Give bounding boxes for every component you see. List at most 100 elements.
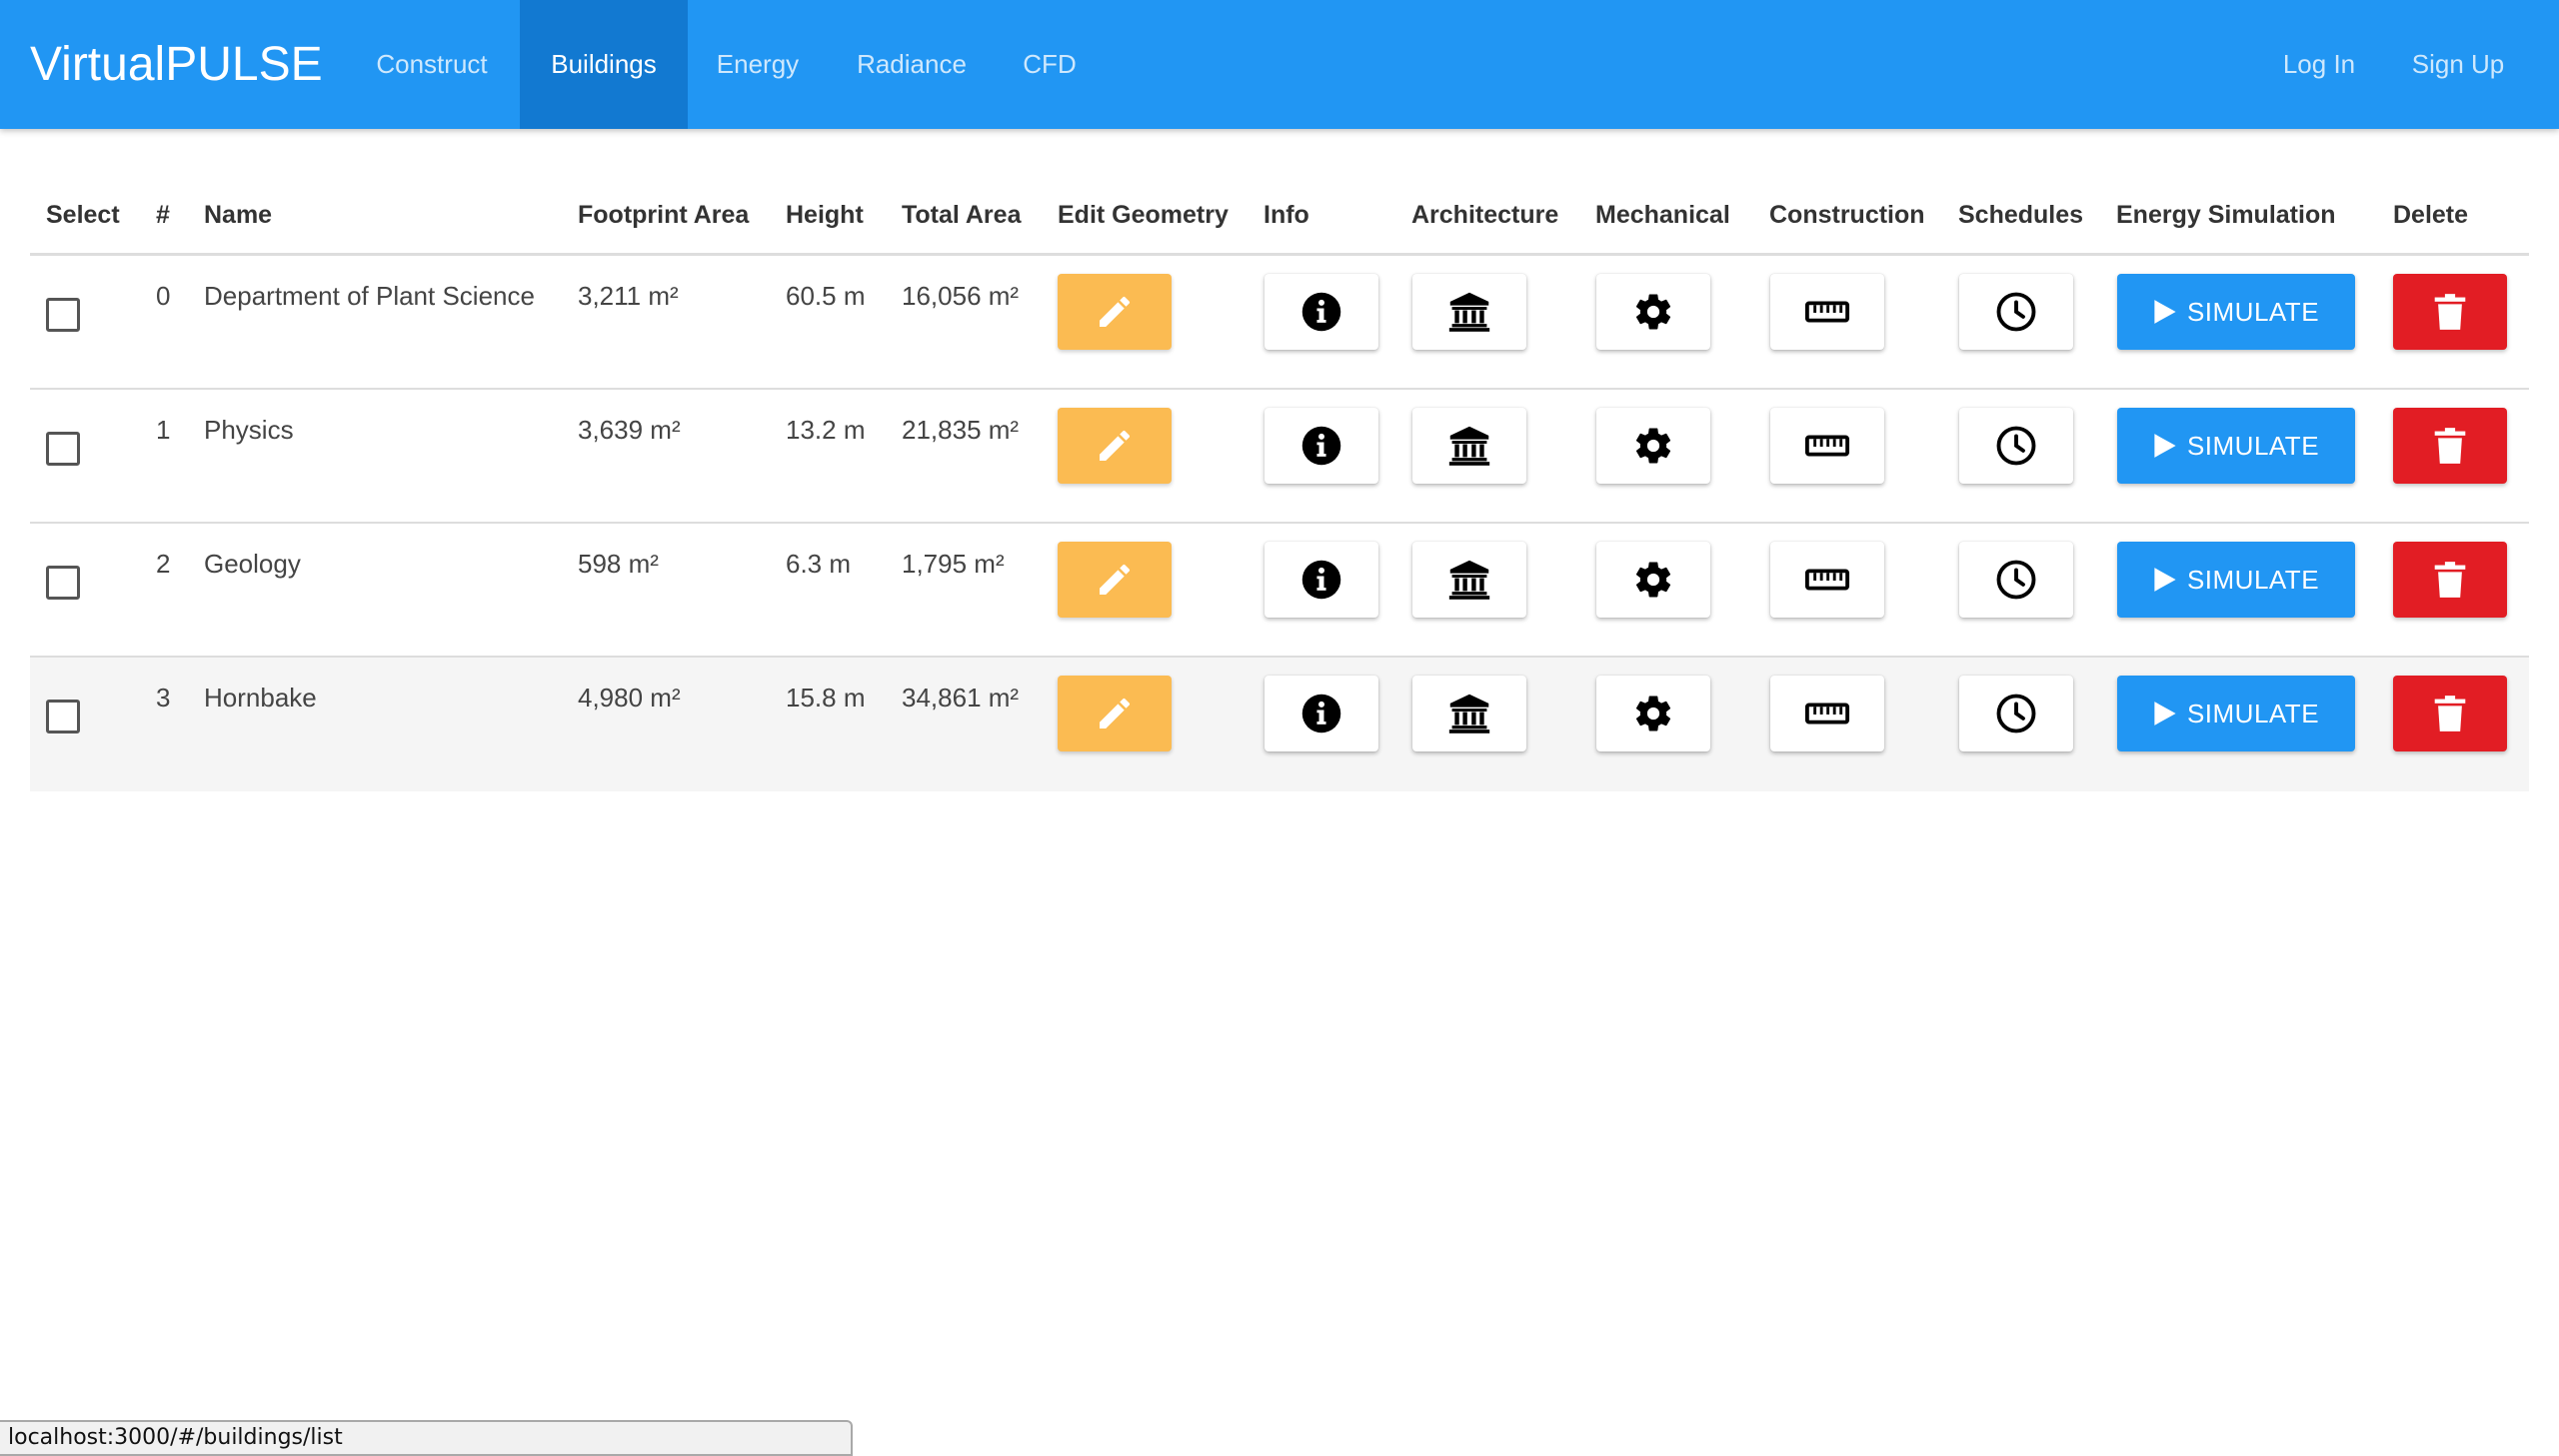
signup-link[interactable]: Sign Up (2393, 0, 2523, 129)
play-icon (2154, 300, 2176, 324)
pencil-icon (1100, 296, 1131, 327)
footprint-area: 4,980 m² (578, 683, 681, 713)
trash-icon (2434, 294, 2466, 330)
total-area: 16,056 m² (902, 281, 1020, 311)
delete-button[interactable] (2393, 274, 2507, 350)
row-index: 0 (156, 281, 171, 311)
row-index: 2 (156, 549, 171, 579)
info-circle-icon (1301, 292, 1341, 332)
nav-buildings[interactable]: Buildings (520, 0, 688, 129)
schedules-button[interactable] (1959, 408, 2073, 484)
architecture-button[interactable] (1412, 542, 1526, 618)
mechanical-button[interactable] (1596, 542, 1710, 618)
table-row: 1 Physics 3,639 m² 13.2 m 21,835 m² SIMU… (30, 390, 2529, 524)
login-link[interactable]: Log In (2261, 0, 2377, 129)
simulate-label: SIMULATE (2186, 698, 2320, 728)
simulate-button[interactable]: SIMULATE (2117, 542, 2355, 618)
institution-icon (1448, 292, 1490, 332)
construction-button[interactable] (1770, 676, 1884, 751)
play-icon (2154, 434, 2176, 458)
edit-geometry-button[interactable] (1058, 274, 1172, 350)
simulate-label: SIMULATE (2186, 296, 2320, 327)
institution-icon (1448, 560, 1490, 600)
pencil-icon (1100, 430, 1131, 461)
clock-icon (1996, 694, 2036, 733)
row-select-checkbox[interactable] (46, 566, 80, 600)
info-button[interactable] (1265, 274, 1378, 350)
total-area: 34,861 m² (902, 683, 1020, 713)
brand-logo[interactable]: VirtualPULSE (30, 0, 323, 129)
nav-construct[interactable]: Construct (357, 0, 507, 129)
ruler-icon (1804, 569, 1850, 591)
building-height: 15.8 m (786, 683, 866, 713)
building-name: Physics (204, 415, 294, 445)
delete-button[interactable] (2393, 676, 2507, 751)
construction-button[interactable] (1770, 408, 1884, 484)
edit-geometry-button[interactable] (1058, 408, 1172, 484)
info-button[interactable] (1265, 542, 1378, 618)
nav-cfd[interactable]: CFD (1010, 0, 1090, 129)
row-select-checkbox[interactable] (46, 700, 80, 733)
play-icon (2154, 702, 2176, 726)
simulate-button[interactable]: SIMULATE (2117, 408, 2355, 484)
header-footprint-area: Footprint Area (578, 201, 750, 229)
edit-geometry-button[interactable] (1058, 542, 1172, 618)
architecture-button[interactable] (1412, 408, 1526, 484)
clock-icon (1996, 292, 2036, 332)
total-area: 21,835 m² (902, 415, 1020, 445)
info-button[interactable] (1265, 408, 1378, 484)
mechanical-button[interactable] (1596, 676, 1710, 751)
nav-radiance[interactable]: Radiance (842, 0, 982, 129)
building-name: Hornbake (204, 683, 317, 713)
header-delete: Delete (2393, 201, 2469, 229)
info-button[interactable] (1265, 676, 1378, 751)
status-bar-url: localhost:3000/#/buildings/list (0, 1420, 853, 1456)
building-height: 6.3 m (786, 549, 852, 579)
play-icon (2154, 568, 2176, 592)
header-info: Info (1264, 201, 1309, 229)
simulate-button[interactable]: SIMULATE (2117, 274, 2355, 350)
row-index: 3 (156, 683, 171, 713)
header-edit-geometry: Edit Geometry (1058, 201, 1229, 229)
architecture-button[interactable] (1412, 676, 1526, 751)
header-construction: Construction (1769, 201, 1925, 229)
schedules-button[interactable] (1959, 274, 2073, 350)
row-select-checkbox[interactable] (46, 432, 80, 466)
simulate-button[interactable]: SIMULATE (2117, 676, 2355, 751)
header-schedules: Schedules (1958, 201, 2084, 229)
footprint-area: 3,639 m² (578, 415, 681, 445)
simulate-label: SIMULATE (2186, 430, 2320, 461)
info-circle-icon (1301, 694, 1341, 733)
gear-icon (1635, 696, 1671, 731)
trash-icon (2434, 562, 2466, 598)
gear-icon (1635, 294, 1671, 330)
header-select: Select (46, 201, 120, 229)
simulate-label: SIMULATE (2186, 564, 2320, 595)
delete-button[interactable] (2393, 408, 2507, 484)
header-index: # (156, 201, 170, 229)
schedules-button[interactable] (1959, 676, 2073, 751)
table-row: 2 Geology 598 m² 6.3 m 1,795 m² SIMULATE (30, 524, 2529, 658)
construction-button[interactable] (1770, 542, 1884, 618)
row-select-checkbox[interactable] (46, 298, 80, 332)
building-height: 13.2 m (786, 415, 866, 445)
info-circle-icon (1301, 560, 1341, 600)
trash-icon (2434, 696, 2466, 731)
total-area: 1,795 m² (902, 549, 1005, 579)
mechanical-button[interactable] (1596, 408, 1710, 484)
edit-geometry-button[interactable] (1058, 676, 1172, 751)
delete-button[interactable] (2393, 542, 2507, 618)
ruler-icon (1804, 301, 1850, 323)
construction-button[interactable] (1770, 274, 1884, 350)
table-row: 0 Department of Plant Science 3,211 m² 6… (30, 256, 2529, 390)
mechanical-button[interactable] (1596, 274, 1710, 350)
architecture-button[interactable] (1412, 274, 1526, 350)
header-name: Name (204, 201, 273, 229)
footprint-area: 598 m² (578, 549, 659, 579)
row-index: 1 (156, 415, 171, 445)
clock-icon (1996, 560, 2036, 600)
header-total-area: Total Area (902, 201, 1022, 229)
header-mechanical: Mechanical (1595, 201, 1730, 229)
nav-energy[interactable]: Energy (700, 0, 816, 129)
schedules-button[interactable] (1959, 542, 2073, 618)
